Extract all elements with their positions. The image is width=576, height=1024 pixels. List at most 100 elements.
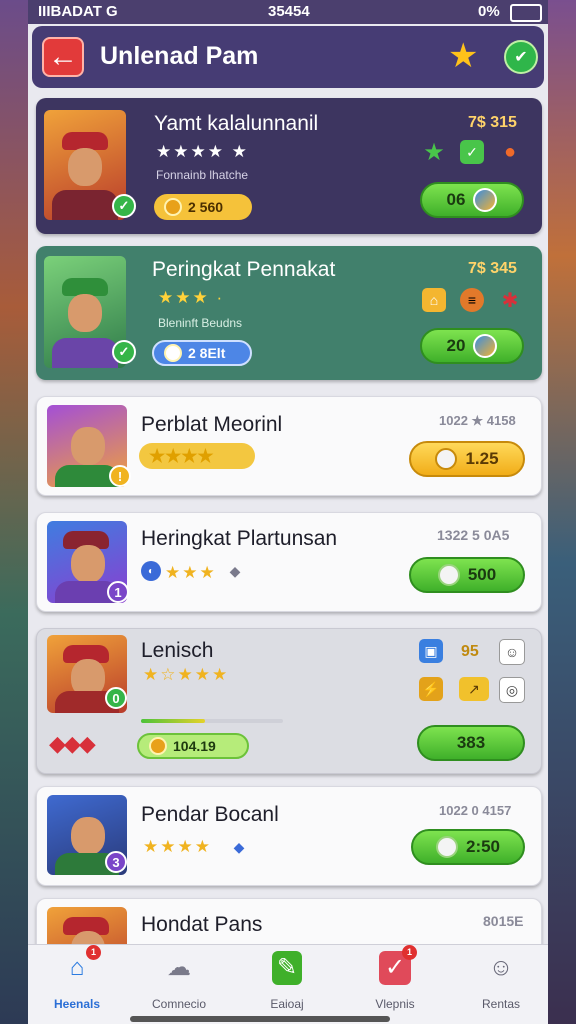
star-icon[interactable]: ★ (448, 38, 478, 74)
notification-badge: 1 (402, 945, 417, 960)
card-title: Hondat Pans (141, 913, 263, 936)
home-indicator (130, 1016, 390, 1022)
coin-icon (437, 564, 460, 586)
nav-label: Eaioaj (270, 997, 304, 1011)
play-button[interactable]: 383 (417, 725, 525, 761)
rating-stars: ★★★ · (158, 288, 225, 307)
card-amount: 7$ 345 (468, 260, 517, 277)
play-button-label: 500 (467, 565, 497, 584)
play-button-label: 1.25 (465, 449, 499, 468)
card-amount: 1322 5 0A5 (437, 527, 510, 543)
rating-pill: ★★★★ (139, 443, 255, 469)
card-subtext: Bleninft Beudns (158, 316, 243, 330)
card-amount: 8015E (483, 913, 524, 929)
rating-stars: ★★★ (165, 563, 217, 582)
play-button[interactable]: 2:50 (411, 829, 525, 865)
status-bar: IIIBADAT G 35454 0% (28, 0, 548, 24)
back-button[interactable]: ← (42, 37, 84, 77)
coin-pill-value: 2 8Elt (188, 345, 226, 361)
bolt-icon[interactable]: ⚡ (419, 677, 443, 701)
gem-icon: ◆ (229, 562, 241, 579)
coin-icon (149, 737, 167, 755)
coin-pill: 2 8Elt (152, 340, 252, 366)
arrow-left-icon: ← (48, 40, 78, 73)
coin-icon (435, 448, 458, 470)
card-subtext: Fonnainb lhatche (156, 168, 249, 182)
play-button-label: 06 (446, 190, 466, 209)
coin-pill: 104.19 (137, 733, 249, 759)
play-button-label: 2:50 (465, 837, 501, 856)
chest-icon[interactable]: ▣ (419, 639, 443, 663)
gift-check-icon: ✓ 1 (379, 945, 417, 985)
house-icon[interactable]: ⌂ (422, 288, 446, 312)
play-button[interactable]: 500 (409, 557, 525, 593)
coin-icon (435, 836, 458, 858)
check-icon[interactable]: ✓ (460, 140, 484, 164)
gem-icon: ◆ (233, 838, 245, 855)
nav-item-rewards[interactable]: ✓ 1 Vlepnis (350, 945, 440, 1017)
card-title: Pendar Bocanl (141, 803, 279, 826)
clipboard-icon: ✎ (272, 951, 302, 985)
list-item[interactable]: ✓ Yamt kalalunnanil ★★★★ ★ Fonnainb lhat… (36, 98, 542, 234)
play-button[interactable]: 06 (420, 182, 524, 218)
spark-icon[interactable]: ✱ (498, 288, 522, 312)
chart-icon[interactable]: ↗ (459, 677, 489, 701)
card-amount: 7$ 315 (468, 114, 517, 131)
level-badge-icon: 0 (105, 687, 127, 709)
nav-item-connect[interactable]: ☁ Comnecio (134, 951, 224, 1017)
notification-badge: 1 (86, 945, 101, 960)
rating-stars: ★★★★ (149, 445, 214, 466)
nav-item-home[interactable]: ⌂ 1 Heenals (32, 945, 122, 1017)
status-left-text: IIIBADAT G (38, 3, 118, 20)
battery-text: 0% (478, 3, 500, 20)
check-badge-icon: ✓ (112, 340, 136, 364)
list-item[interactable]: 1 Heringkat Plartunsan ★★★ ◐ ◆ 1322 5 0A… (36, 512, 542, 612)
battery-icon (510, 4, 542, 22)
list-item[interactable]: ✓ Peringkat Pennakat ★★★ · Bleninft Beud… (36, 246, 542, 380)
header-bar: ← Unlenad Pam ★ ✔ (32, 26, 544, 88)
profile-icon[interactable]: ☺ (499, 639, 525, 665)
coin-pill-value: 104.19 (173, 738, 216, 754)
card-amount: 1022 ★ 4158 (439, 413, 516, 428)
gem-cluster-icon: ◆◆◆ (49, 731, 96, 756)
info-badge-icon: ! (109, 465, 131, 487)
check-badge-icon: ✓ (112, 194, 136, 218)
chat-bubble-icon: ☁ (167, 954, 191, 981)
camera-icon[interactable]: ◎ (499, 677, 525, 703)
rating-stars: ★☆★★★ (143, 665, 230, 684)
coin-icon (164, 198, 182, 216)
list-item[interactable]: 3 Pendar Bocanl ★★★★ ◆ 1022 0 4157 2:50 (36, 786, 542, 886)
level-badge-icon: 1 (107, 581, 129, 603)
page-title: Unlenad Pam (100, 42, 259, 70)
globe-icon (473, 334, 498, 358)
nav-label: Comnecio (151, 997, 207, 1011)
play-button[interactable]: 20 (420, 328, 524, 364)
badge-icon: ◐ (141, 561, 161, 581)
rating-stars: ★★★★ ★ (156, 142, 249, 161)
progress-bar (141, 719, 283, 723)
app-screen: IIIBADAT G 35454 0% ← Unlenad Pam ★ ✔ ✓ … (28, 0, 548, 1024)
progress-fill (141, 719, 205, 723)
play-button-label: 20 (446, 336, 466, 355)
play-button-label: 383 (456, 733, 486, 752)
globe-icon (473, 188, 498, 212)
card-title: Peringkat Pennakat (152, 258, 336, 281)
list-item[interactable]: 0 Lenisch ★☆★★★ ▣ 95 ☺ ⚡ ↗ ◎ ◆◆◆ 104.19 … (36, 628, 542, 774)
list-item[interactable]: ! Perblat Meorinl ★★★★ 1022 ★ 4158 1.25 (36, 396, 542, 496)
coin-icon (164, 344, 182, 362)
card-amount: 95 (461, 643, 479, 660)
green-star-icon[interactable]: ★ (422, 139, 446, 166)
burger-icon[interactable]: ≡ (460, 288, 484, 312)
home-icon: ⌂ 1 (59, 945, 101, 985)
apple-icon[interactable]: ● (498, 140, 522, 164)
play-button[interactable]: 1.25 (409, 441, 525, 477)
card-title: Perblat Meorinl (141, 413, 283, 436)
nav-item-profile[interactable]: ☺ Rentas (456, 951, 546, 1017)
card-title: Heringkat Plartunsan (141, 527, 338, 550)
card-title: Yamt kalalunnanil (154, 112, 319, 135)
nav-label: Vlepnis (375, 997, 415, 1011)
card-title: Lenisch (141, 639, 214, 662)
rating-stars: ★★★★ (143, 837, 212, 856)
nav-item-tasks[interactable]: ✎ Eaioaj (242, 951, 332, 1017)
chat-icon[interactable]: ✔ (504, 40, 538, 74)
